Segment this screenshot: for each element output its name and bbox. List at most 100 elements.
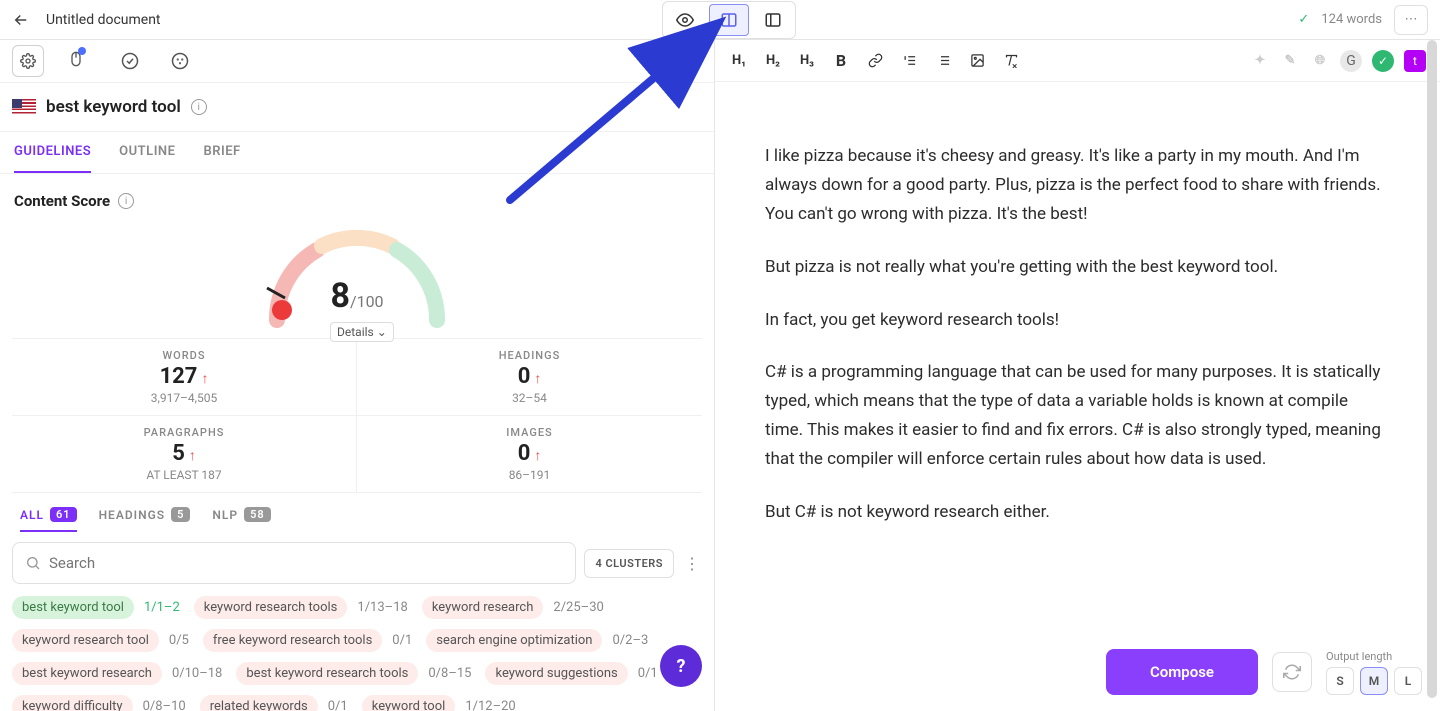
- ordered-list-button[interactable]: [899, 53, 919, 68]
- editor-body[interactable]: I like pizza because it's cheesy and gre…: [715, 82, 1440, 711]
- keyword-tabs: ALL61 HEADINGS5 NLP58: [0, 493, 714, 542]
- kw-tab-all[interactable]: ALL61: [20, 507, 77, 532]
- keyword-search-row: 4 CLUSTERS ⋮: [0, 542, 714, 596]
- h1-button[interactable]: H₁: [729, 53, 749, 68]
- chip-label: best keyword research: [12, 662, 162, 685]
- chip-label: keyword difficulty: [12, 695, 133, 711]
- kw-tab-nlp[interactable]: NLP58: [212, 507, 270, 532]
- details-button[interactable]: Details⌄: [330, 322, 394, 342]
- scrollbar[interactable]: [1427, 40, 1437, 698]
- arrow-up-icon: ↑: [534, 448, 541, 464]
- view-single-button[interactable]: [753, 4, 793, 36]
- more-menu-button[interactable]: ⋯: [1394, 5, 1428, 35]
- h2-button[interactable]: H₂: [763, 53, 783, 68]
- chip-label: keyword research: [422, 596, 544, 619]
- keyword-chip[interactable]: keyword tool1/12–20: [362, 695, 516, 711]
- kw-tab-headings[interactable]: HEADINGS5: [99, 507, 191, 532]
- keyword-chip[interactable]: keyword research2/25–30: [422, 596, 604, 619]
- length-l-button[interactable]: L: [1394, 667, 1422, 695]
- link-button[interactable]: [865, 53, 885, 68]
- score-denom: /100: [350, 292, 384, 311]
- length-s-button[interactable]: S: [1326, 667, 1354, 695]
- search-box[interactable]: [12, 542, 576, 584]
- keyword-chip[interactable]: free keyword research tools0/1: [203, 629, 412, 652]
- editor-paragraph[interactable]: I like pizza because it's cheesy and gre…: [765, 142, 1390, 229]
- keyword-chip[interactable]: keyword research tool0/5: [12, 629, 189, 652]
- view-preview-button[interactable]: [665, 4, 705, 36]
- chip-count: 0/2–3: [612, 633, 648, 648]
- sidebar-toolbar: [0, 40, 714, 83]
- score-gauge: 8/100 Details⌄: [0, 216, 714, 330]
- emoji-icon[interactable]: [166, 47, 194, 75]
- settings-button[interactable]: [12, 45, 44, 77]
- chip-count: 0/8–10: [143, 699, 186, 711]
- keyword-chip[interactable]: best keyword tool 1/1–2: [12, 596, 180, 619]
- compose-bar: Compose Output length S M L: [1106, 649, 1422, 695]
- keyword-chips: best keyword tool 1/1–2 keyword research t…: [0, 596, 714, 711]
- globe-icon[interactable]: 🌐︎: [1310, 53, 1330, 68]
- editor-paragraph[interactable]: But C# is not keyword research either.: [765, 498, 1390, 527]
- keyword-chip[interactable]: keyword difficulty 0/8–10: [12, 695, 186, 711]
- info-icon[interactable]: i: [191, 99, 207, 115]
- tab-guidelines[interactable]: GUIDELINES: [14, 132, 91, 173]
- search-input[interactable]: [49, 554, 563, 572]
- word-count: 124 words: [1321, 12, 1382, 27]
- arrow-up-icon: ↑: [534, 371, 541, 387]
- view-split-button[interactable]: [709, 4, 749, 36]
- mouse-icon[interactable]: [66, 47, 94, 75]
- keyword-chip[interactable]: keyword suggestions0/1: [485, 662, 657, 685]
- back-arrow-icon[interactable]: [12, 11, 30, 29]
- clear-format-button[interactable]: [1001, 53, 1021, 68]
- bold-button[interactable]: B: [831, 51, 851, 70]
- compose-button[interactable]: Compose: [1106, 649, 1258, 695]
- tab-brief[interactable]: BRIEF: [203, 132, 240, 173]
- target-keyword: best keyword tool: [46, 97, 181, 117]
- help-button[interactable]: ?: [660, 645, 702, 687]
- seo-sidebar: best keyword tool i GUIDELINES OUTLINE B…: [0, 40, 715, 711]
- refresh-button[interactable]: [1272, 652, 1312, 692]
- us-flag-icon: [12, 99, 36, 115]
- editor-paragraph[interactable]: C# is a programming language that can be…: [765, 358, 1390, 474]
- output-length-label: Output length: [1326, 650, 1422, 663]
- grammarly-icon[interactable]: G: [1340, 50, 1362, 72]
- image-button[interactable]: [967, 53, 987, 68]
- h3-button[interactable]: H₃: [797, 53, 817, 68]
- keyword-kebab-menu[interactable]: ⋮: [682, 554, 702, 573]
- length-m-button[interactable]: M: [1360, 667, 1388, 695]
- view-switcher: [662, 1, 796, 39]
- user-avatar[interactable]: t: [1404, 50, 1426, 72]
- saved-check-icon: ✓: [1298, 12, 1309, 27]
- chip-count: 0/10–18: [172, 666, 222, 681]
- score-number: 8: [330, 276, 350, 316]
- bullet-list-button[interactable]: [933, 53, 953, 68]
- chip-label: best keyword research tools: [236, 662, 418, 685]
- keyword-chip[interactable]: related keywords0/1: [200, 695, 348, 711]
- chip-count: 1/13–18: [357, 600, 407, 615]
- clusters-button[interactable]: 4 CLUSTERS: [584, 549, 674, 578]
- search-icon: [25, 555, 41, 571]
- edit-icon[interactable]: ✎: [1280, 53, 1300, 68]
- chip-label: search engine optimization: [426, 629, 602, 652]
- keyword-chip[interactable]: best keyword research 0/10–18: [12, 662, 222, 685]
- keyword-chip[interactable]: best keyword research tools0/8–15: [236, 662, 471, 685]
- info-icon[interactable]: i: [118, 193, 134, 209]
- chip-count: 0/1: [638, 666, 658, 681]
- check-circle-icon[interactable]: [116, 47, 144, 75]
- keyword-header: best keyword tool i: [0, 83, 714, 132]
- stat-words: WORDS 127↑ 3,917–4,505: [12, 339, 357, 416]
- sidebar-tabs: GUIDELINES OUTLINE BRIEF: [0, 132, 714, 174]
- editor-paragraph[interactable]: But pizza is not really what you're gett…: [765, 253, 1390, 282]
- chip-count: 0/1: [328, 699, 348, 711]
- tab-outline[interactable]: OUTLINE: [119, 132, 175, 173]
- chip-count: 1/1–2: [144, 600, 180, 615]
- document-title[interactable]: Untitled document: [46, 12, 161, 28]
- arrow-up-icon: ↑: [189, 448, 196, 464]
- ai-button[interactable]: ✦: [1250, 53, 1270, 68]
- editor-paragraph[interactable]: In fact, you get keyword research tools!: [765, 306, 1390, 335]
- shield-check-icon[interactable]: ✓: [1372, 50, 1394, 72]
- chip-label: best keyword tool: [12, 596, 134, 619]
- keyword-chip[interactable]: search engine optimization 0/2–3: [426, 629, 648, 652]
- keyword-chip[interactable]: keyword research tools1/13–18: [194, 596, 408, 619]
- stat-headings: HEADINGS 0↑ 32–54: [357, 339, 702, 416]
- editor-panel: H₁ H₂ H₃ B ✦ ✎ 🌐︎ G ✓ t I like pizza be: [715, 40, 1440, 711]
